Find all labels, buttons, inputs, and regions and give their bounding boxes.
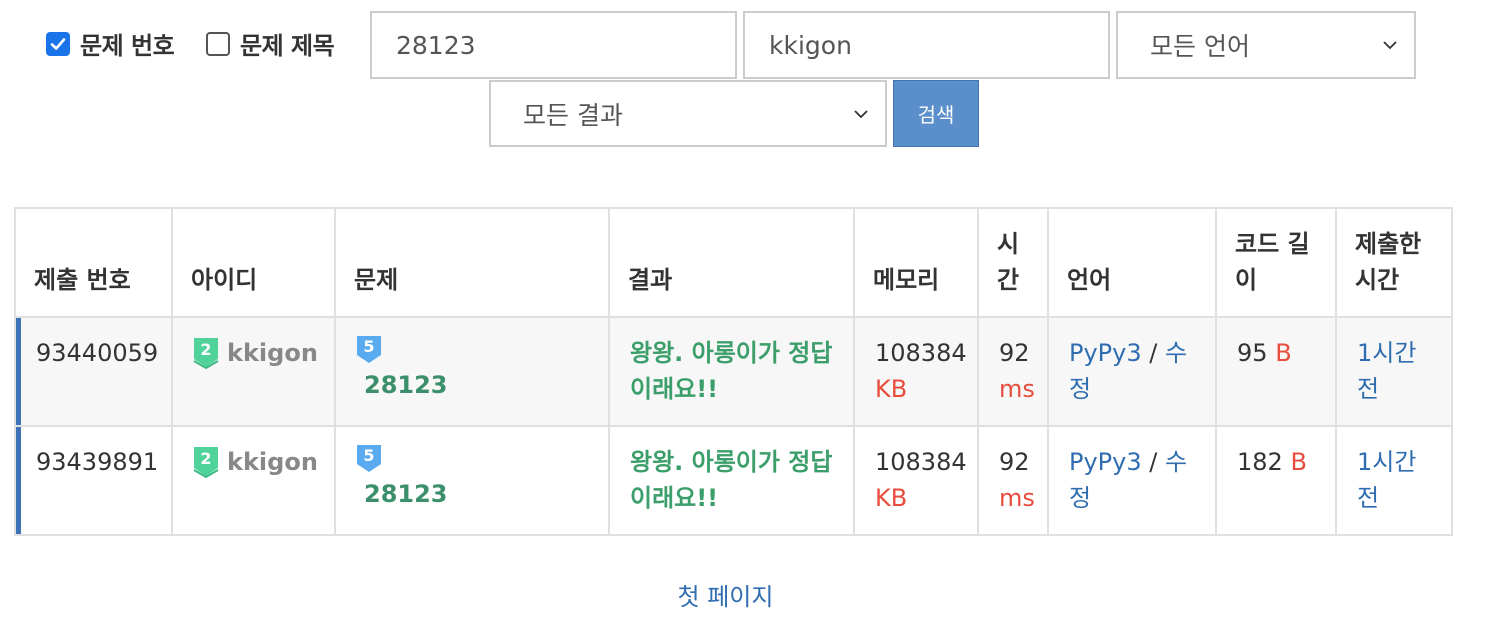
search-button[interactable]: 검색 — [893, 80, 979, 147]
time-cell: 92 ms — [977, 425, 1049, 536]
problem-link[interactable]: 28123 — [356, 476, 594, 512]
language-separator: / — [1149, 448, 1158, 476]
memory-value: 108384 — [875, 448, 967, 476]
code-length-cell: 182 B — [1215, 425, 1337, 536]
problem-tier-number: 5 — [363, 446, 374, 465]
language-link[interactable]: PyPy3 — [1069, 448, 1142, 476]
time-value: 92 — [999, 339, 1030, 367]
table-row: 93440059 2 kkigon 5 28123 왕왕. 아롱이가 정답이래요… — [14, 316, 1453, 427]
header-user-id: 아이디 — [171, 207, 336, 318]
checkbox-unchecked-icon[interactable] — [206, 31, 230, 56]
code-length-value: 95 — [1237, 339, 1268, 367]
memory-value: 108384 — [875, 339, 967, 367]
header-submitted-time: 제출한 시간 — [1335, 207, 1453, 318]
code-length-unit: B — [1290, 448, 1307, 476]
memory-cell: 108384 KB — [853, 425, 979, 536]
header-code-length: 코드 길이 — [1215, 207, 1337, 318]
header-time: 시간 — [977, 207, 1049, 318]
code-length-cell: 95 B — [1215, 316, 1337, 427]
chevron-down-icon — [1383, 41, 1397, 50]
submitted-time-link[interactable]: 1시간 전 — [1357, 339, 1416, 403]
user-name: kkigon — [227, 339, 318, 367]
table-row: 93439891 2 kkigon 5 28123 왕왕. 아롱이가 정답이래요… — [14, 425, 1453, 536]
table-header-row: 제출 번호 아이디 문제 결과 메모리 시간 언어 코드 길이 제출한 시간 — [14, 207, 1453, 318]
user-link[interactable]: 2 kkigon — [193, 335, 320, 371]
submitted-time-link[interactable]: 1시간 전 — [1357, 448, 1416, 512]
silver-tier-badge-icon: 2 — [193, 447, 219, 478]
bronze-tier-badge-icon: 5 — [357, 445, 381, 472]
user-link[interactable]: 2 kkigon — [193, 444, 320, 480]
problem-id-input-value: 28123 — [396, 30, 476, 60]
problem-tier-number: 5 — [363, 337, 374, 356]
language-cell: PyPy3 / 수정 — [1047, 425, 1217, 536]
problem-link[interactable]: 28123 — [356, 367, 594, 403]
language-select-value: 모든 언어 — [1150, 32, 1250, 61]
time-cell: 92 ms — [977, 316, 1049, 427]
header-memory: 메모리 — [853, 207, 979, 318]
language-cell: PyPy3 / 수정 — [1047, 316, 1217, 427]
user-tier-number: 2 — [200, 340, 211, 359]
code-length-unit: B — [1275, 339, 1292, 367]
user-name: kkigon — [227, 448, 318, 476]
problem-title-label: 문제 제목 — [240, 32, 335, 60]
bronze-tier-badge-icon: 5 — [357, 336, 381, 363]
problem-number-checkbox[interactable]: 문제 번호 — [46, 26, 175, 61]
problem-title-checkbox[interactable]: 문제 제목 — [206, 26, 335, 61]
problem-id-input[interactable]: 28123 — [370, 11, 737, 79]
header-problem: 문제 — [334, 207, 610, 318]
checkbox-checked-icon[interactable] — [46, 31, 70, 56]
language-separator: / — [1149, 339, 1158, 367]
result-select-value: 모든 결과 — [523, 100, 623, 130]
memory-unit: KB — [875, 375, 908, 403]
submission-id: 93439891 — [14, 425, 173, 536]
time-value: 92 — [999, 448, 1030, 476]
language-link[interactable]: PyPy3 — [1069, 339, 1142, 367]
memory-cell: 108384 KB — [853, 316, 979, 427]
user-id-input[interactable]: kkigon — [743, 11, 1110, 79]
submission-status-table: 제출 번호 아이디 문제 결과 메모리 시간 언어 코드 길이 제출한 시간 9… — [14, 207, 1453, 536]
time-unit: ms — [999, 484, 1035, 512]
result-text[interactable]: 왕왕. 아롱이가 정답이래요!! — [608, 425, 855, 536]
submission-id: 93440059 — [14, 316, 173, 427]
user-tier-number: 2 — [200, 449, 211, 468]
first-page-link[interactable]: 첫 페이지 — [678, 583, 774, 611]
language-select[interactable]: 모든 언어 — [1116, 11, 1416, 79]
result-text[interactable]: 왕왕. 아롱이가 정답이래요!! — [608, 316, 855, 427]
chevron-down-icon — [854, 109, 868, 118]
time-unit: ms — [999, 375, 1035, 403]
header-language: 언어 — [1047, 207, 1217, 318]
user-id-input-value: kkigon — [769, 30, 852, 60]
silver-tier-badge-icon: 2 — [193, 338, 219, 369]
pagination: 첫 페이지 — [0, 577, 1451, 612]
memory-unit: KB — [875, 484, 908, 512]
header-submission-id: 제출 번호 — [14, 207, 173, 318]
result-select[interactable]: 모든 결과 — [489, 80, 887, 147]
header-result: 결과 — [608, 207, 855, 318]
code-length-value: 182 — [1237, 448, 1283, 476]
problem-number-label: 문제 번호 — [80, 32, 175, 60]
